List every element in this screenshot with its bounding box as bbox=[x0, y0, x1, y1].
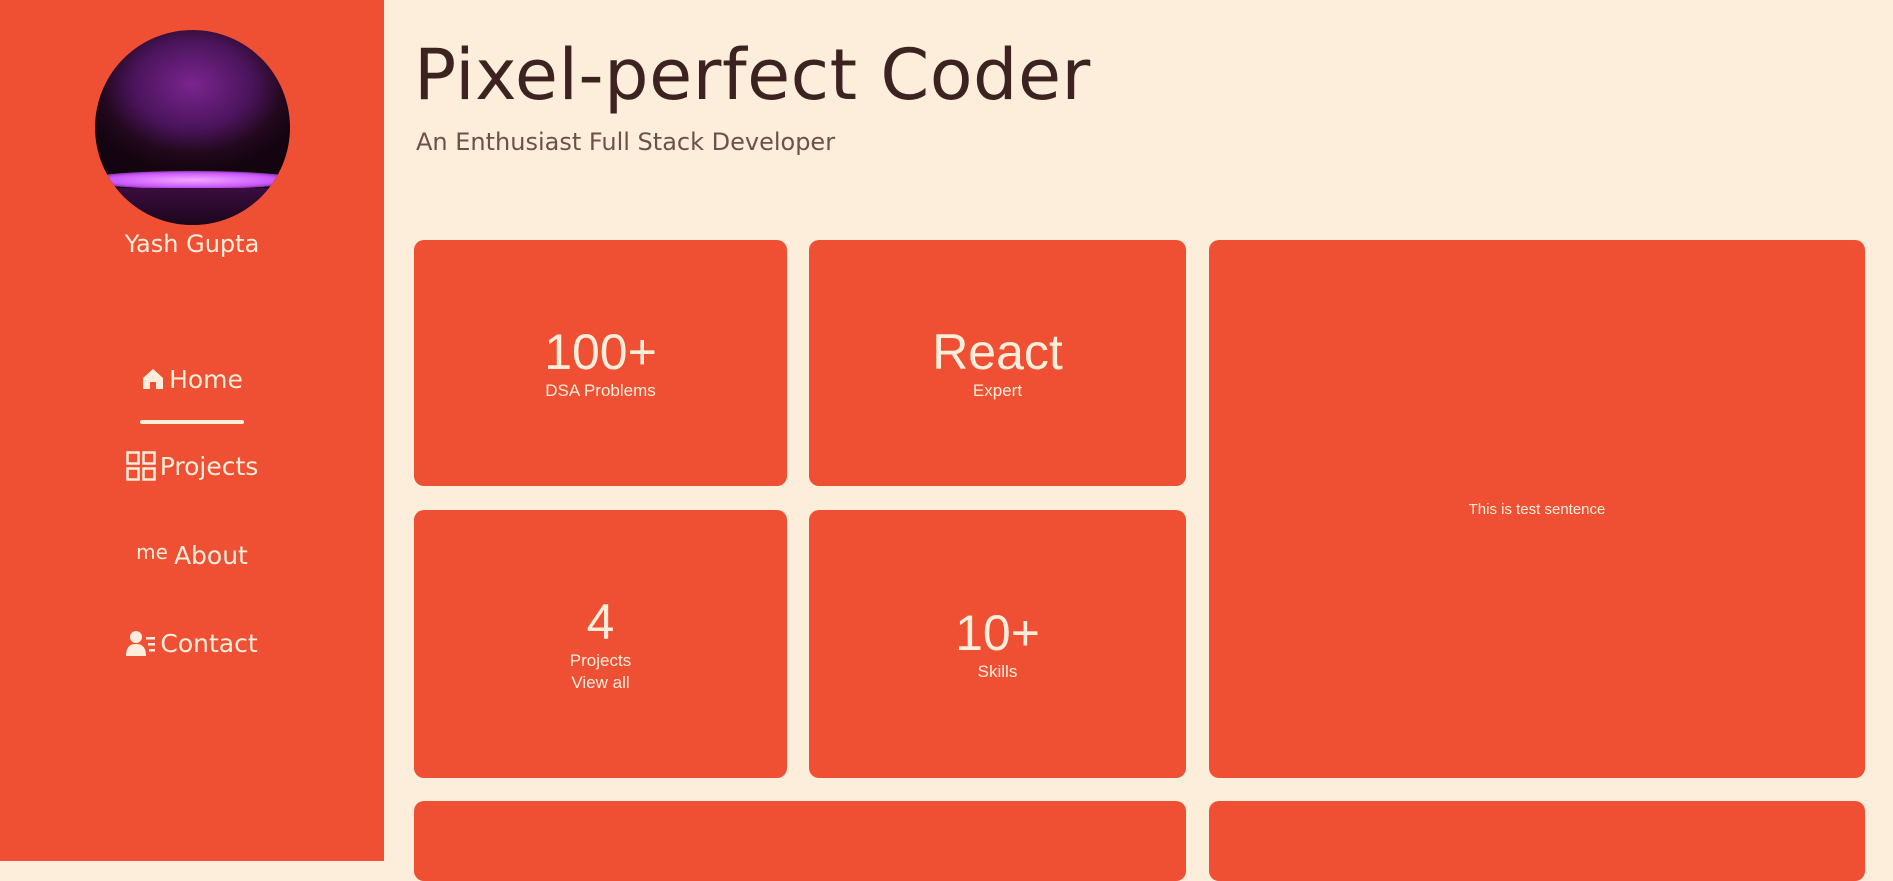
avatar-glow bbox=[95, 171, 290, 189]
card-react: React Expert bbox=[809, 240, 1186, 486]
dsa-value: 100+ bbox=[544, 324, 657, 380]
card-skills: 10+ Skills bbox=[809, 510, 1186, 778]
card-test: This is test sentence bbox=[1209, 240, 1865, 778]
test-sentence: This is test sentence bbox=[1468, 500, 1606, 518]
nav-label-about: About bbox=[173, 540, 248, 570]
nav-item-home[interactable]: Home bbox=[0, 362, 384, 396]
skills-value: 10+ bbox=[955, 605, 1040, 661]
nav-active-underline bbox=[140, 420, 244, 424]
nav-item-projects[interactable]: Projects bbox=[0, 449, 384, 483]
view-all-link[interactable]: View all bbox=[571, 672, 629, 694]
avatar bbox=[95, 30, 290, 225]
sidebar: Yash Gupta Home Projects me About Contac… bbox=[0, 0, 384, 861]
grid-icon bbox=[125, 451, 156, 481]
page-title: Pixel-perfect Coder bbox=[414, 34, 1091, 116]
home-icon bbox=[141, 367, 165, 391]
nav-label-projects: Projects bbox=[159, 451, 259, 481]
dsa-label: DSA Problems bbox=[545, 381, 656, 400]
me-icon: me bbox=[136, 540, 168, 564]
nav-item-about[interactable]: me About bbox=[0, 538, 384, 572]
card-bottom-left bbox=[414, 801, 1186, 881]
nav-label-home: Home bbox=[169, 364, 243, 394]
projects-value: 4 bbox=[586, 594, 615, 650]
nav-label-contact: Contact bbox=[160, 628, 258, 658]
skills-label: Skills bbox=[977, 662, 1018, 681]
card-dsa: 100+ DSA Problems bbox=[414, 240, 787, 486]
user-name: Yash Gupta bbox=[124, 230, 260, 258]
react-value: React bbox=[932, 324, 1063, 380]
page-subtitle: An Enthusiast Full Stack Developer bbox=[416, 128, 836, 156]
nav-item-contact[interactable]: Contact bbox=[0, 626, 384, 660]
avatar-base bbox=[95, 188, 290, 225]
card-projects[interactable]: 4 Projects View all bbox=[414, 510, 787, 778]
react-label: Expert bbox=[972, 381, 1023, 400]
projects-label: Projects bbox=[569, 651, 632, 670]
card-bottom-right bbox=[1209, 801, 1865, 881]
contact-icon bbox=[126, 629, 156, 657]
